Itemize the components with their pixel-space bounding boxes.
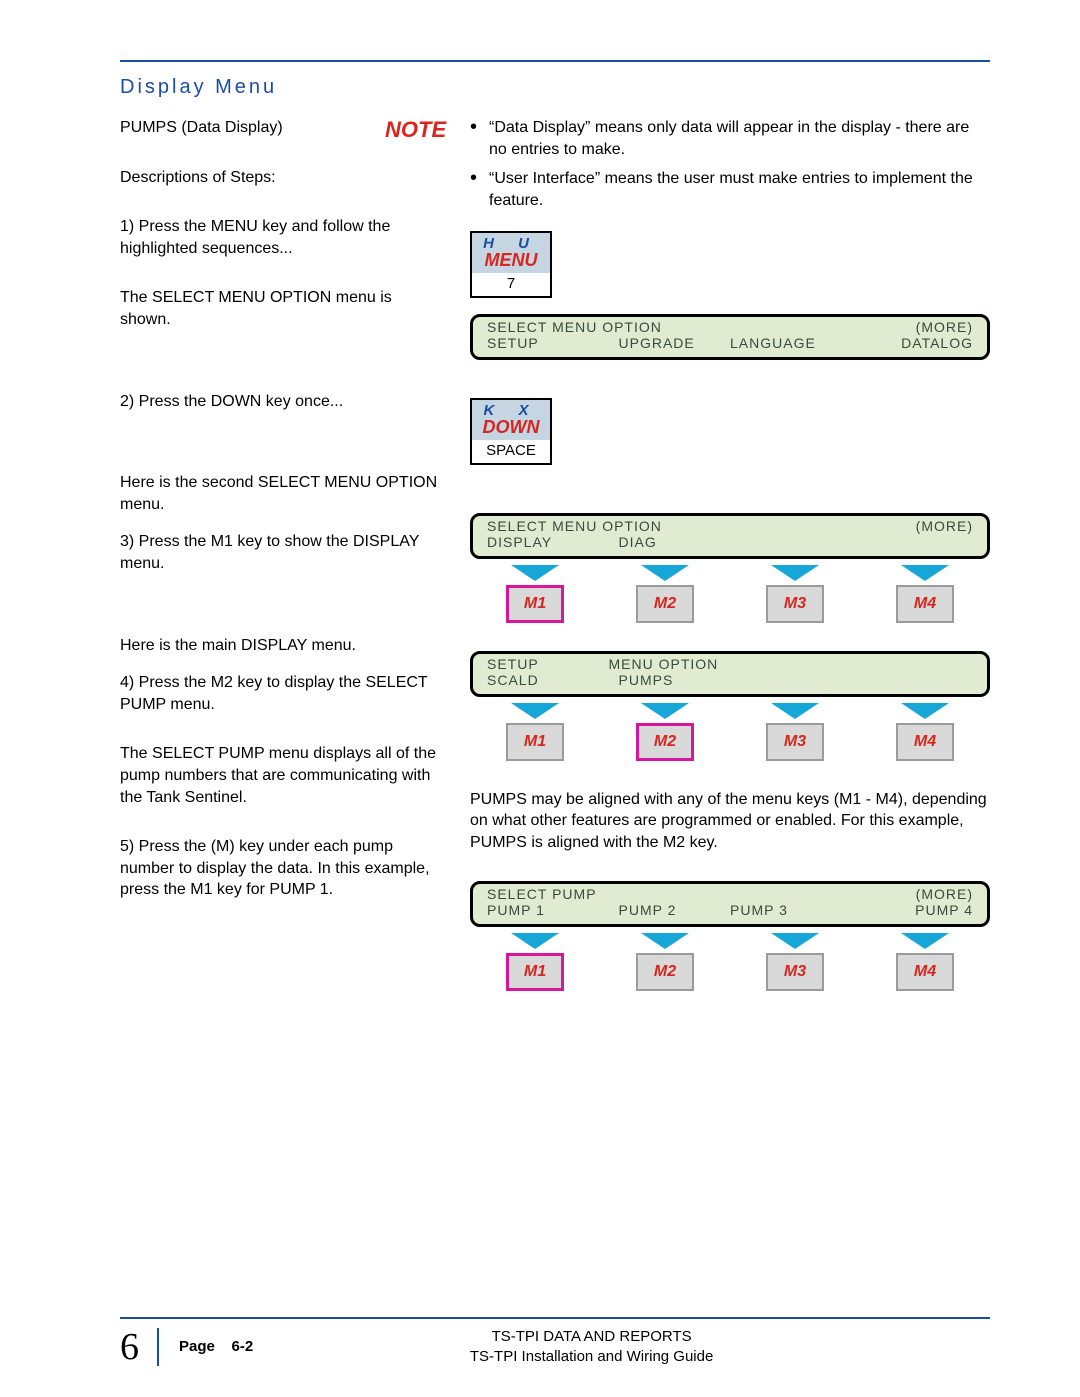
lcd-text: (MORE): [730, 886, 973, 902]
lcd-text: SELECT PUMP: [487, 886, 730, 902]
pointer-down-icon: [901, 703, 949, 719]
pointer-down-icon: [511, 703, 559, 719]
text: The SELECT PUMP menu displays all of the…: [120, 743, 440, 808]
lcd-text: UPGRADE: [609, 335, 731, 351]
lcd-text: PUMP 3: [730, 902, 852, 918]
m4-button: M4: [896, 585, 954, 623]
pointer-down-icon: [771, 565, 819, 581]
lcd-text: LANGUAGE: [730, 335, 852, 351]
note-label: NOTE: [385, 117, 446, 143]
text: PUMPS may be aligned with any of the men…: [470, 789, 990, 854]
lcd-text: SCALD: [487, 672, 609, 688]
key-sublabel: SPACE: [472, 440, 550, 463]
step-4: 4) Press the M2 key to display the SELEC…: [120, 672, 440, 715]
bullet-dot-icon: •: [470, 168, 477, 213]
bullet-dot-icon: •: [470, 117, 477, 162]
key-number: 7: [472, 273, 550, 296]
pointer-down-icon: [901, 565, 949, 581]
page-footer: 6 Page 6-2 TS-TPI DATA AND REPORTS TS-TP…: [0, 1317, 1080, 1368]
text: Descriptions of Steps:: [120, 167, 440, 189]
lcd-text: SELECT MENU OPTION: [487, 319, 730, 335]
pointer-down-icon: [641, 565, 689, 581]
footer-rule: [120, 1317, 990, 1319]
pointer-down-icon: [901, 933, 949, 949]
pointer-down-icon: [641, 703, 689, 719]
pointer-down-icon: [771, 933, 819, 949]
m1-button: M1: [506, 585, 564, 623]
lcd-text: (MORE): [730, 319, 973, 335]
bullet-text: “User Interface” means the user must mak…: [489, 168, 990, 213]
m2-button: M2: [636, 723, 694, 761]
m2-button: M2: [636, 585, 694, 623]
pointer-row: [470, 565, 990, 581]
m4-button: M4: [896, 953, 954, 991]
pointer-down-icon: [771, 703, 819, 719]
bullet: • “User Interface” means the user must m…: [470, 168, 990, 213]
m2-button: M2: [636, 953, 694, 991]
lcd-text: MENU OPTION: [609, 656, 852, 672]
lcd-text: PUMP 2: [609, 902, 731, 918]
step-2: 2) Press the DOWN key once...: [120, 391, 440, 413]
lcd-text: (MORE): [730, 518, 973, 534]
section-heading: Display Menu: [120, 76, 990, 99]
lcd-text: PUMPS: [609, 672, 731, 688]
m3-button: M3: [766, 585, 824, 623]
text: The SELECT MENU OPTION menu is shown.: [120, 287, 440, 330]
pointer-down-icon: [511, 565, 559, 581]
lcd-text: SETUP: [487, 335, 609, 351]
pointer-row: [470, 933, 990, 949]
text: Here is the second SELECT MENU OPTION me…: [120, 472, 440, 515]
step-3: 3) Press the M1 key to show the DISPLAY …: [120, 531, 440, 574]
pointer-row: [470, 703, 990, 719]
lcd-text: PUMP 4: [852, 902, 974, 918]
down-key: K X DOWN SPACE: [470, 398, 552, 465]
footer-title-1: TS-TPI DATA AND REPORTS: [273, 1327, 910, 1347]
page-number: Page 6-2: [179, 1338, 253, 1355]
top-rule: [120, 60, 990, 62]
left-column: PUMPS (Data Display) Descriptions of Ste…: [120, 117, 440, 1019]
pointer-down-icon: [641, 933, 689, 949]
m3-button: M3: [766, 723, 824, 761]
lcd-text: DIAG: [609, 534, 731, 550]
lcd-text: DISPLAY: [487, 534, 609, 550]
key-label: DOWN: [472, 417, 550, 438]
text: Here is the main DISPLAY menu.: [120, 635, 440, 657]
lcd-text: PUMP 1: [487, 902, 609, 918]
menu-key: H U MENU 7: [470, 231, 552, 298]
step-1: 1) Press the MENU key and follow the hig…: [120, 216, 440, 259]
key-label: MENU: [472, 250, 550, 271]
m4-button: M4: [896, 723, 954, 761]
lcd-display: SELECT MENU OPTION (MORE) DISPLAY DIAG: [470, 513, 990, 559]
right-column: NOTE • “Data Display” means only data wi…: [470, 117, 990, 1019]
m1-button: M1: [506, 723, 564, 761]
bullet-text: “Data Display” means only data will appe…: [489, 117, 990, 162]
lcd-display: SETUP MENU OPTION SCALD PUMPS: [470, 651, 990, 697]
footer-title-2: TS-TPI Installation and Wiring Guide: [273, 1347, 910, 1367]
lcd-text: SETUP: [487, 656, 609, 672]
chapter-number: 6: [120, 1328, 159, 1366]
m3-button: M3: [766, 953, 824, 991]
lcd-text: DATALOG: [852, 335, 974, 351]
m1-button: M1: [506, 953, 564, 991]
lcd-text: SELECT MENU OPTION: [487, 518, 730, 534]
lcd-display: SELECT PUMP (MORE) PUMP 1 PUMP 2 PUMP 3 …: [470, 881, 990, 927]
lcd-display: SELECT MENU OPTION (MORE) SETUP UPGRADE …: [470, 314, 990, 360]
step-5: 5) Press the (M) key under each pump num…: [120, 836, 440, 901]
pointer-down-icon: [511, 933, 559, 949]
bullet: • “Data Display” means only data will ap…: [470, 117, 990, 162]
